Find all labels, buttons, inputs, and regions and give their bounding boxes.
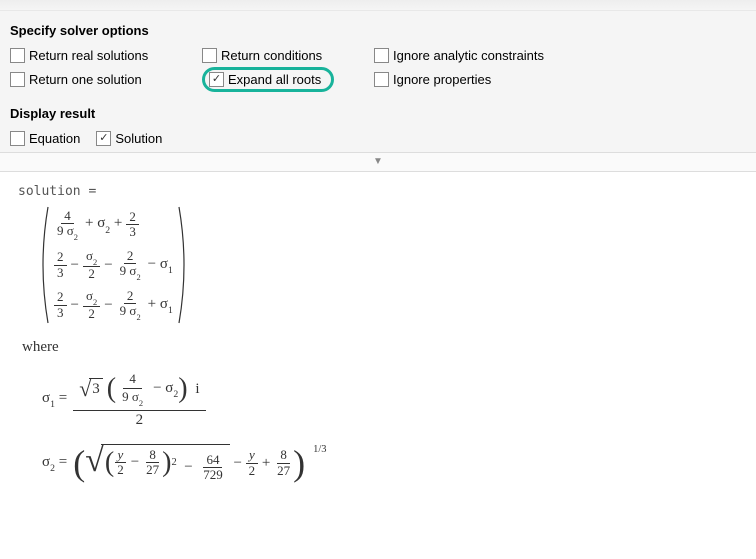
option-label: Return conditions [221,48,322,63]
solution-vector: 49 σ2 + σ2 + 23 23 − σ22 − 29 σ2 − σ1 23… [36,205,738,325]
checkbox-icon [10,48,25,63]
checkbox-icon [10,131,25,146]
solver-options-panel: Specify solver options Return real solut… [0,11,756,152]
option-ignore-properties[interactable]: Ignore properties [374,72,624,87]
sigma1-definition: σ1 = √3 ( 49 σ2 − σ2 ) i 2 [42,368,738,430]
checkbox-icon [374,72,389,87]
option-expand-all-roots[interactable]: Expand all roots [202,67,334,92]
checkbox-icon [10,72,25,87]
option-label: Solution [115,131,162,146]
result-panel: solution = 49 σ2 + σ2 + 23 23 − σ22 − 29… [0,172,756,516]
display-solution[interactable]: Solution [96,131,162,146]
collapse-bar[interactable]: ▼ [0,152,756,172]
checkbox-checked-icon [96,131,111,146]
sigma2-definition: σ2 = ( √ ( y2 − 827 ) 2 − 6472 [42,444,738,482]
left-paren-icon [36,205,50,325]
display-equation[interactable]: Equation [10,131,80,146]
vector-row: 23 − σ22 − 29 σ2 + σ1 [54,289,173,321]
option-label: Return real solutions [29,48,148,63]
checkbox-icon [374,48,389,63]
option-label: Ignore analytic constraints [393,48,544,63]
where-label: where [22,339,738,356]
chevron-down-icon: ▼ [373,156,383,167]
vector-row: 49 σ2 + σ2 + 23 [54,209,173,241]
option-label: Ignore properties [393,72,491,87]
display-result-heading: Display result [10,106,746,121]
option-label: Equation [29,131,80,146]
checkbox-icon [202,48,217,63]
option-label: Expand all roots [228,72,321,87]
checkbox-checked-icon [209,72,224,87]
right-paren-icon [177,205,191,325]
result-variable-name: solution = [18,184,738,199]
option-return-real-solutions[interactable]: Return real solutions [10,48,190,63]
option-ignore-analytic-constraints[interactable]: Ignore analytic constraints [374,48,624,63]
option-label: Return one solution [29,72,142,87]
option-return-one-solution[interactable]: Return one solution [10,72,190,87]
option-return-conditions[interactable]: Return conditions [202,48,362,63]
vector-row: 23 − σ22 − 29 σ2 − σ1 [54,249,173,281]
solver-options-heading: Specify solver options [10,23,746,38]
